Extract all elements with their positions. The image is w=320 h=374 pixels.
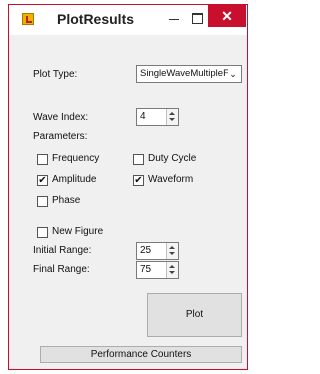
close-button[interactable]: ✕	[208, 5, 246, 27]
title-bar[interactable]: PlotResults ✕	[9, 5, 247, 35]
plot-type-value: SingleWaveMultipleF	[140, 68, 229, 79]
wave-index-stepper[interactable]: 4	[136, 108, 179, 126]
plot-button[interactable]: Plot	[147, 293, 242, 337]
initial-range-value: 25	[140, 245, 152, 256]
initial-range-label: Initial Range:	[33, 245, 92, 256]
spin-arrows-icon[interactable]	[166, 243, 178, 259]
new-figure-checkbox[interactable]	[37, 227, 48, 238]
performance-counters-button[interactable]: Performance Counters	[40, 346, 242, 363]
plot-type-select[interactable]: SingleWaveMultipleF ⌄	[136, 65, 242, 83]
frequency-label: Frequency	[52, 153, 100, 164]
plot-type-label: Plot Type:	[33, 69, 78, 80]
app-icon	[22, 13, 34, 25]
phase-label: Phase	[52, 195, 81, 206]
maximize-button[interactable]	[187, 9, 207, 27]
spin-arrows-icon[interactable]	[166, 109, 178, 125]
waveform-label: Waveform	[148, 174, 194, 185]
chevron-down-icon[interactable]: ⌄	[228, 67, 238, 81]
waveform-checkbox[interactable]: ✔	[133, 175, 144, 186]
plot-results-window: PlotResults ✕ Plot Type: SingleWaveMulti…	[8, 4, 248, 370]
initial-range-stepper[interactable]: 25	[136, 242, 179, 260]
final-range-stepper[interactable]: 75	[136, 261, 179, 279]
window-title: PlotResults	[57, 11, 135, 27]
final-range-value: 75	[140, 264, 152, 275]
amplitude-checkbox[interactable]: ✔	[37, 175, 48, 186]
wave-index-value: 4	[140, 111, 146, 122]
duty-cycle-checkbox[interactable]	[133, 154, 144, 165]
amplitude-label: Amplitude	[52, 174, 97, 185]
final-range-label: Final Range:	[33, 264, 90, 275]
minimize-button[interactable]	[164, 9, 184, 27]
phase-checkbox[interactable]	[37, 196, 48, 207]
new-figure-label: New Figure	[52, 226, 104, 237]
parameters-label: Parameters:	[33, 131, 88, 142]
wave-index-label: Wave Index:	[33, 112, 89, 123]
spin-arrows-icon[interactable]	[166, 262, 178, 278]
frequency-checkbox[interactable]	[37, 154, 48, 165]
duty-cycle-label: Duty Cycle	[148, 153, 197, 164]
